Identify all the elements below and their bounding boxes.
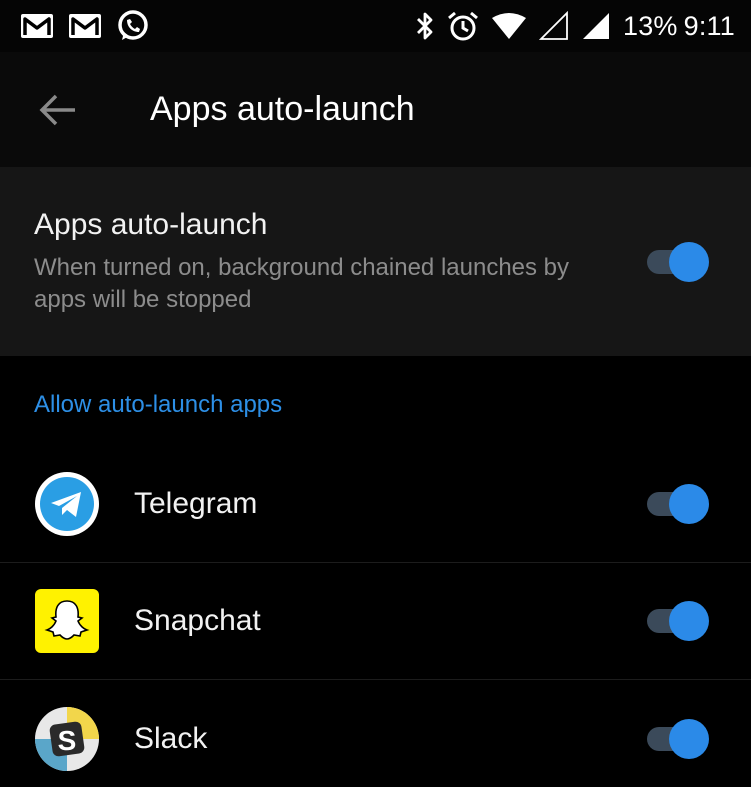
auto-launch-text: Apps auto-launch When turned on, backgro… bbox=[34, 208, 643, 316]
signal-icon bbox=[583, 13, 609, 39]
snapchat-icon bbox=[35, 589, 99, 653]
gmail-icon bbox=[69, 14, 101, 38]
alarm-icon bbox=[448, 11, 478, 41]
status-right-icons: 13% 9:11 bbox=[415, 10, 735, 42]
toggle-thumb bbox=[669, 241, 709, 282]
section-header: Allow auto-launch apps bbox=[34, 391, 283, 418]
toolbar: Apps auto-launch bbox=[0, 52, 751, 167]
app-row-slack[interactable]: S Slack bbox=[0, 680, 751, 787]
telegram-icon bbox=[35, 472, 99, 536]
back-button[interactable] bbox=[38, 90, 78, 130]
page-title: Apps auto-launch bbox=[150, 90, 415, 128]
status-left-icons bbox=[20, 9, 150, 43]
app-name: Snapchat bbox=[134, 604, 261, 637]
whatsapp-icon bbox=[118, 10, 148, 40]
app-list: Telegram Snapchat S Slack bbox=[0, 446, 751, 787]
auto-launch-title: Apps auto-launch bbox=[34, 207, 268, 241]
status-bar: 13% 9:11 bbox=[0, 0, 751, 52]
slack-icon: S bbox=[35, 706, 99, 771]
auto-launch-setting[interactable]: Apps auto-launch When turned on, backgro… bbox=[0, 167, 751, 356]
svg-text:S: S bbox=[58, 725, 77, 756]
app-name: Telegram bbox=[134, 487, 258, 520]
toggle-thumb bbox=[669, 601, 709, 641]
snapchat-toggle[interactable] bbox=[643, 600, 711, 642]
auto-launch-toggle[interactable] bbox=[643, 241, 711, 283]
signal-empty-icon bbox=[539, 11, 568, 40]
app-row-snapchat[interactable]: Snapchat bbox=[0, 563, 751, 680]
clock: 9:11 bbox=[683, 10, 735, 41]
toggle-thumb bbox=[669, 484, 709, 524]
battery-percent: 13% bbox=[623, 10, 678, 41]
arrow-back-icon bbox=[39, 94, 75, 125]
auto-launch-description: When turned on, background chained launc… bbox=[34, 253, 570, 313]
telegram-toggle[interactable] bbox=[643, 483, 711, 525]
wifi-icon bbox=[492, 13, 526, 39]
app-row-telegram[interactable]: Telegram bbox=[0, 446, 751, 563]
toggle-thumb bbox=[669, 718, 709, 759]
slack-toggle[interactable] bbox=[643, 718, 711, 760]
app-name: Slack bbox=[134, 721, 208, 755]
bluetooth-icon bbox=[417, 12, 433, 40]
gmail-icon bbox=[21, 14, 53, 38]
